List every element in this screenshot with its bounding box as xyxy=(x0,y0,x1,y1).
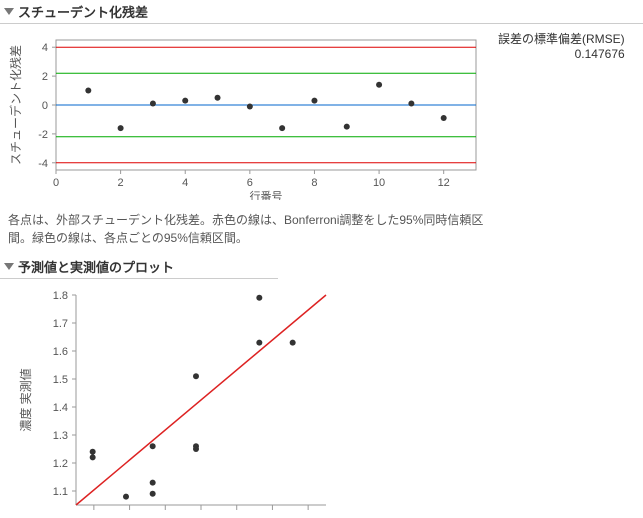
rmse-label: 誤差の標準偏差(RMSE) xyxy=(498,30,625,47)
svg-text:4: 4 xyxy=(42,42,48,54)
svg-text:1.2: 1.2 xyxy=(53,458,68,470)
svg-text:行番号: 行番号 xyxy=(250,190,283,200)
svg-text:-2: -2 xyxy=(38,129,48,141)
svg-text:-4: -4 xyxy=(38,158,48,170)
svg-text:12: 12 xyxy=(438,177,450,189)
svg-text:1.4: 1.4 xyxy=(53,402,68,414)
svg-text:6: 6 xyxy=(247,177,253,189)
svg-text:1.8: 1.8 xyxy=(53,290,68,302)
svg-text:4: 4 xyxy=(182,177,188,189)
svg-text:2: 2 xyxy=(118,177,124,189)
caption-text: 各点は、外部スチューデント化残差。赤色の線は、Bonferroni調整をした95… xyxy=(8,211,488,247)
svg-text:濃度 実測値: 濃度 実測値 xyxy=(18,368,33,431)
section-header-residuals[interactable]: スチューデント化残差 xyxy=(0,0,643,24)
disclosure-icon[interactable] xyxy=(4,263,14,270)
svg-text:0: 0 xyxy=(42,100,48,112)
svg-text:1.3: 1.3 xyxy=(53,430,68,442)
pred-actual-chart: 1.1 1.2 1.3 1.4 1.5 1.6 1.7 1.8 濃度 実測値 xyxy=(6,285,643,518)
residual-chart: -4 -2 0 2 4 0 2 4 6 8 10 12 行番号 スチューデント化残差 xyxy=(6,30,486,203)
section-header-pred-actual[interactable]: 予測値と実測値のプロット xyxy=(0,255,278,279)
svg-text:1.7: 1.7 xyxy=(53,318,68,330)
svg-text:0: 0 xyxy=(53,177,59,189)
rmse-block: 誤差の標準偏差(RMSE) 0.147676 xyxy=(498,30,625,61)
section-title-2: 予測値と実測値のプロット xyxy=(18,257,174,276)
rmse-value: 0.147676 xyxy=(498,47,625,61)
svg-text:1.1: 1.1 xyxy=(53,486,68,498)
svg-text:1.6: 1.6 xyxy=(53,346,68,358)
svg-text:2: 2 xyxy=(42,71,48,83)
svg-text:スチューデント化残差: スチューデント化残差 xyxy=(8,45,23,165)
svg-text:1.5: 1.5 xyxy=(53,374,68,386)
svg-text:10: 10 xyxy=(373,177,385,189)
disclosure-icon[interactable] xyxy=(4,8,14,15)
section-title: スチューデント化残差 xyxy=(18,2,148,21)
svg-text:8: 8 xyxy=(311,177,317,189)
